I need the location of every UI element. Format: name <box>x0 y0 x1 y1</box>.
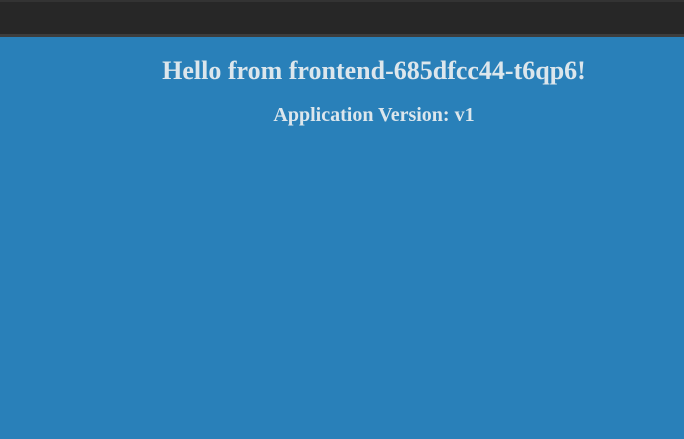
application-version: Application Version: v1 <box>273 104 475 126</box>
page-title: Hello from frontend-685dfcc44-t6qp6! <box>162 56 586 85</box>
page-content: Hello from frontend-685dfcc44-t6qp6! App… <box>0 37 684 439</box>
browser-top-bar <box>0 0 684 37</box>
